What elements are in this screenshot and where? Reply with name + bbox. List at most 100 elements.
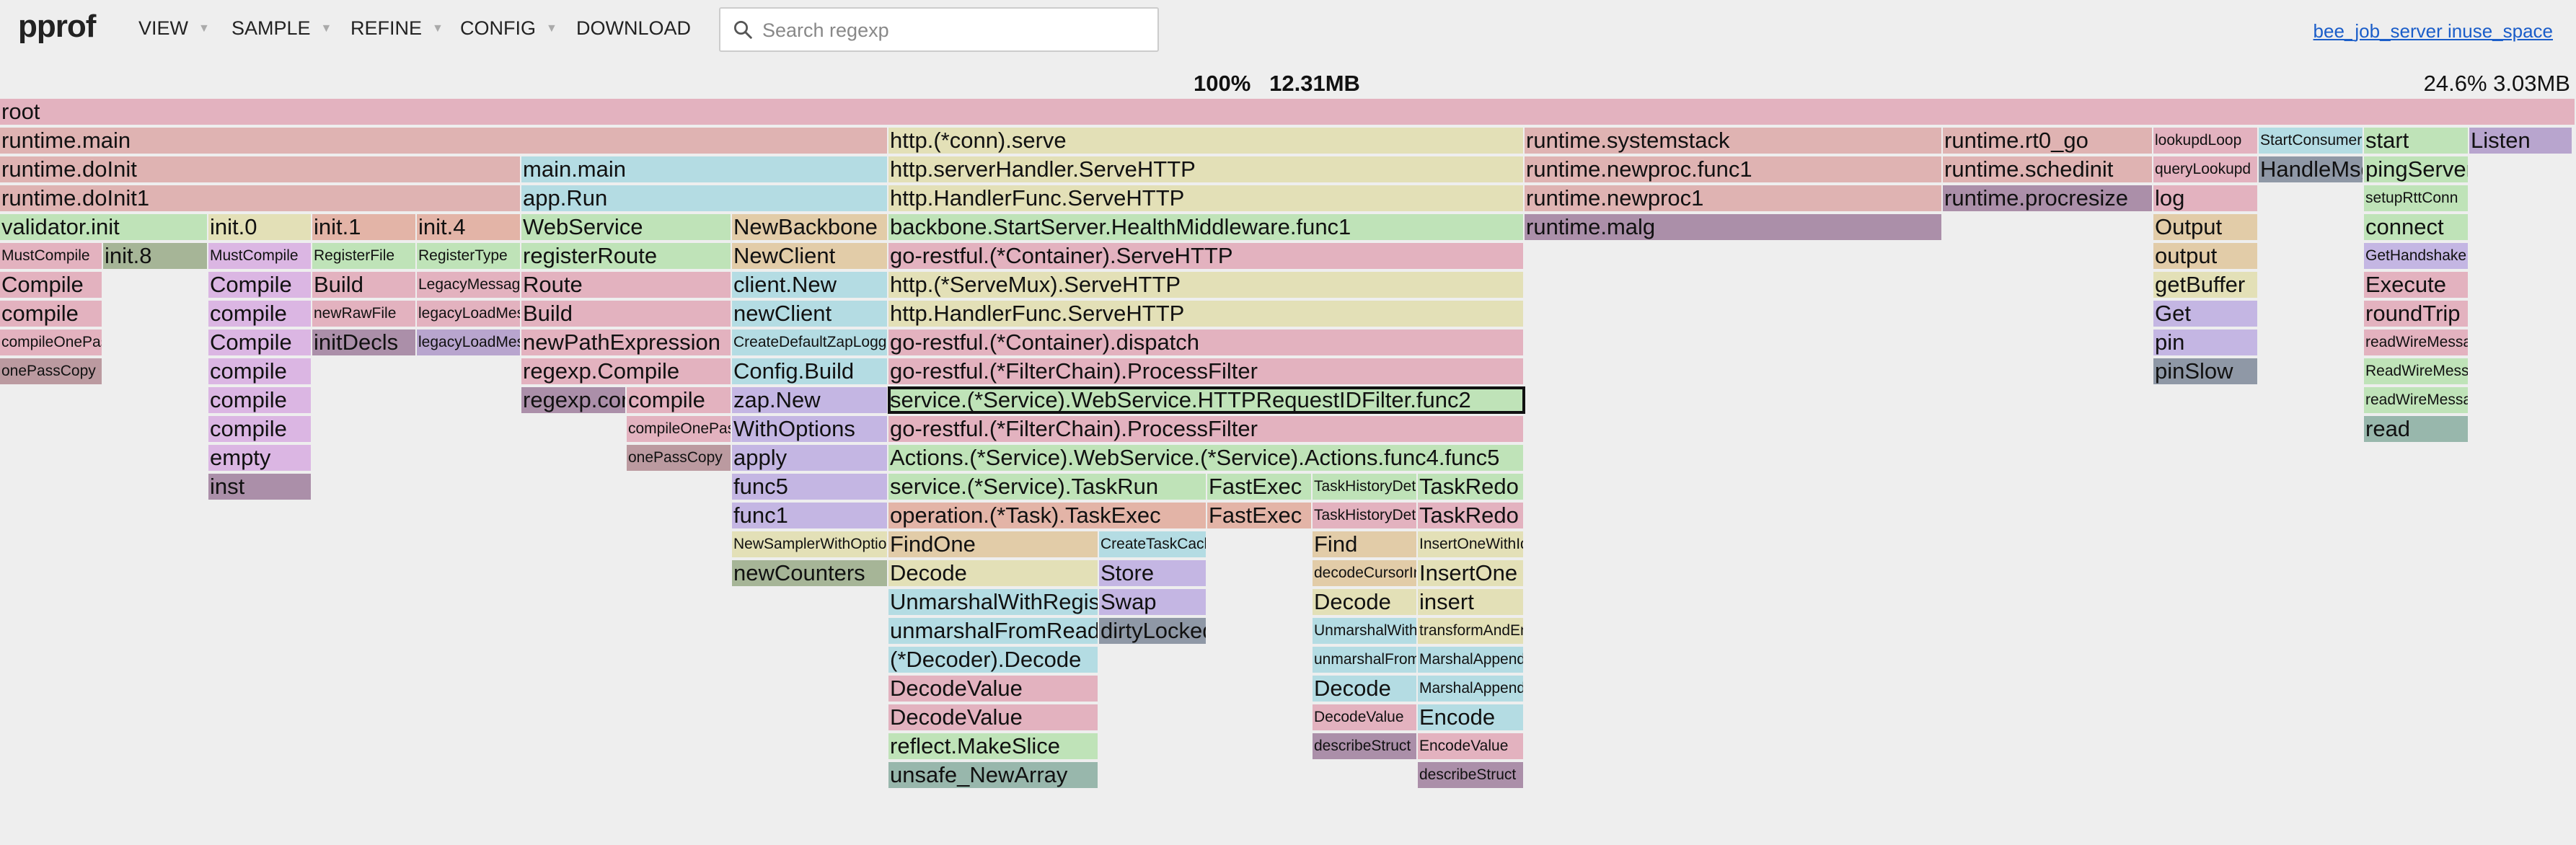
flame-frame[interactable]: http.(*ServeMux).ServeHTTP: [888, 272, 1525, 298]
flame-frame[interactable]: newClient: [732, 301, 888, 327]
flame-frame[interactable]: compile: [208, 387, 312, 413]
flame-frame[interactable]: pingServer: [2364, 156, 2469, 182]
flame-frame[interactable]: unsafe_NewArray: [888, 762, 1099, 788]
flame-frame[interactable]: GetHandshake: [2364, 243, 2469, 269]
flame-frame[interactable]: (*Decoder).Decode: [888, 647, 1099, 673]
flame-frame[interactable]: onePassCopy: [0, 358, 103, 384]
flame-frame[interactable]: RegisterType: [417, 243, 521, 269]
flame-frame[interactable]: legacyLoadMessage: [417, 301, 521, 327]
flame-frame[interactable]: initDecls: [312, 329, 417, 355]
flame-frame[interactable]: Compile: [208, 272, 312, 298]
flame-frame[interactable]: http.serverHandler.ServeHTTP: [888, 156, 1525, 182]
flame-frame[interactable]: CreateTaskCache: [1099, 531, 1207, 557]
flame-frame[interactable]: Actions.(*Service).WebService.(*Service)…: [888, 445, 1525, 471]
flame-frame[interactable]: runtime.systemstack: [1525, 128, 1943, 154]
flame-frame[interactable]: log: [2153, 185, 2259, 211]
flame-frame[interactable]: WebService: [521, 214, 732, 240]
flame-frame[interactable]: backbone.StartServer.HealthMiddleware.fu…: [888, 214, 1525, 240]
refine-menu[interactable]: REFINE ▼: [350, 17, 444, 40]
flame-frame[interactable]: TaskHistoryDetail: [1313, 503, 1418, 528]
flame-frame[interactable]: roundTrip: [2364, 301, 2469, 327]
flame-frame[interactable]: MarshalAppendWithRegistry: [1418, 676, 1525, 702]
flame-frame[interactable]: Decode: [888, 560, 1099, 586]
flame-frame[interactable]: init.0: [208, 214, 312, 240]
flame-frame[interactable]: DecodeValue: [1313, 704, 1418, 730]
flame-frame[interactable]: runtime.newproc1: [1525, 185, 1943, 211]
flame-frame[interactable]: connect: [2364, 214, 2469, 240]
flame-frame[interactable]: compileOnePass: [0, 329, 103, 355]
flame-frame[interactable]: queryLookupd: [2153, 156, 2259, 182]
flame-frame[interactable]: service.(*Service).WebService.HTTPReques…: [888, 386, 1525, 414]
flame-frame[interactable]: regexp.compile: [521, 387, 627, 413]
flame-frame[interactable]: UnmarshalWithRegistry: [888, 589, 1099, 615]
flame-frame[interactable]: zap.New: [732, 387, 888, 413]
flame-frame[interactable]: unmarshalFromReader: [1313, 647, 1418, 673]
flame-frame[interactable]: regexp.Compile: [521, 358, 732, 384]
flame-frame[interactable]: readWireMessage: [2364, 387, 2469, 413]
flame-frame[interactable]: go-restful.(*FilterChain).ProcessFilter: [888, 416, 1525, 442]
flame-frame[interactable]: Compile: [208, 329, 312, 355]
flame-frame[interactable]: DecodeValue: [888, 676, 1099, 702]
flame-frame[interactable]: runtime.schedinit: [1943, 156, 2153, 182]
flame-frame[interactable]: readWireMessage: [2364, 329, 2469, 355]
flame-frame[interactable]: decodeCursorIn: [1313, 560, 1418, 586]
flame-frame[interactable]: apply: [732, 445, 888, 471]
flame-frame[interactable]: init.8: [103, 243, 208, 269]
flame-frame[interactable]: runtime.doInit: [0, 156, 521, 182]
flame-frame[interactable]: start: [2364, 128, 2469, 154]
download-menu[interactable]: DOWNLOAD: [576, 17, 691, 40]
flame-frame[interactable]: InsertOne: [1418, 560, 1525, 586]
flame-frame[interactable]: registerRoute: [521, 243, 732, 269]
flame-frame[interactable]: TaskRedo: [1418, 474, 1525, 500]
flame-frame[interactable]: output: [2153, 243, 2259, 269]
flame-frame[interactable]: setupRttConn: [2364, 185, 2469, 211]
flame-frame[interactable]: operation.(*Task).TaskExec: [888, 503, 1207, 528]
search-input[interactable]: [761, 13, 1146, 48]
flame-frame[interactable]: client.New: [732, 272, 888, 298]
flame-frame[interactable]: NewBackbone: [732, 214, 888, 240]
flame-frame[interactable]: TaskRedo: [1418, 503, 1525, 528]
flame-frame[interactable]: http.HandlerFunc.ServeHTTP: [888, 185, 1525, 211]
flame-frame[interactable]: HandleMsg: [2259, 156, 2364, 182]
flame-frame[interactable]: compile: [208, 301, 312, 327]
flame-frame[interactable]: compile: [208, 358, 312, 384]
profile-name-link[interactable]: bee_job_server inuse_space: [2313, 20, 2553, 43]
flame-frame[interactable]: go-restful.(*Container).dispatch: [888, 329, 1525, 355]
flame-frame[interactable]: ReadWireMessage: [2364, 358, 2469, 384]
flame-frame[interactable]: StartConsumer: [2259, 128, 2364, 154]
flame-frame[interactable]: inst: [208, 474, 312, 500]
flame-frame[interactable]: newPathExpression: [521, 329, 732, 355]
flame-frame[interactable]: func1: [732, 503, 888, 528]
flame-frame[interactable]: UnmarshalWithRegistry: [1313, 618, 1418, 644]
flame-frame[interactable]: service.(*Service).TaskRun: [888, 474, 1207, 500]
flame-frame[interactable]: main.main: [521, 156, 888, 182]
flame-frame[interactable]: getBuffer: [2153, 272, 2259, 298]
sample-menu[interactable]: SAMPLE ▼: [231, 17, 332, 40]
flame-frame[interactable]: EncodeValue: [1418, 733, 1525, 759]
flame-frame[interactable]: compile: [208, 416, 312, 442]
flame-frame[interactable]: dirtyLocked: [1099, 618, 1207, 644]
flame-frame[interactable]: DecodeValue: [888, 704, 1099, 730]
flame-frame[interactable]: empty: [208, 445, 312, 471]
flame-frame[interactable]: go-restful.(*Container).ServeHTTP: [888, 243, 1525, 269]
flame-frame[interactable]: func5: [732, 474, 888, 500]
config-menu[interactable]: CONFIG ▼: [460, 17, 557, 40]
flame-frame[interactable]: FastExec: [1207, 474, 1313, 500]
pprof-logo[interactable]: pprof: [18, 9, 96, 45]
flame-frame[interactable]: describeStruct: [1418, 762, 1525, 788]
flame-frame[interactable]: reflect.MakeSlice: [888, 733, 1099, 759]
flame-frame[interactable]: Compile: [0, 272, 103, 298]
flame-frame[interactable]: runtime.doInit1: [0, 185, 521, 211]
flame-frame[interactable]: Swap: [1099, 589, 1207, 615]
flame-frame[interactable]: NewSamplerWithOptions: [732, 531, 888, 557]
flame-frame[interactable]: CreateDefaultZapLogger: [732, 329, 888, 355]
flame-frame[interactable]: pinSlow: [2153, 358, 2259, 384]
flame-frame[interactable]: runtime.newproc.func1: [1525, 156, 1943, 182]
search-box[interactable]: [719, 7, 1159, 52]
flame-frame[interactable]: Execute: [2364, 272, 2469, 298]
flame-frame[interactable]: RegisterFile: [312, 243, 417, 269]
flame-frame[interactable]: read: [2364, 416, 2469, 442]
flame-frame[interactable]: app.Run: [521, 185, 888, 211]
flame-frame[interactable]: FastExec: [1207, 503, 1313, 528]
flame-frame[interactable]: Build: [312, 272, 417, 298]
